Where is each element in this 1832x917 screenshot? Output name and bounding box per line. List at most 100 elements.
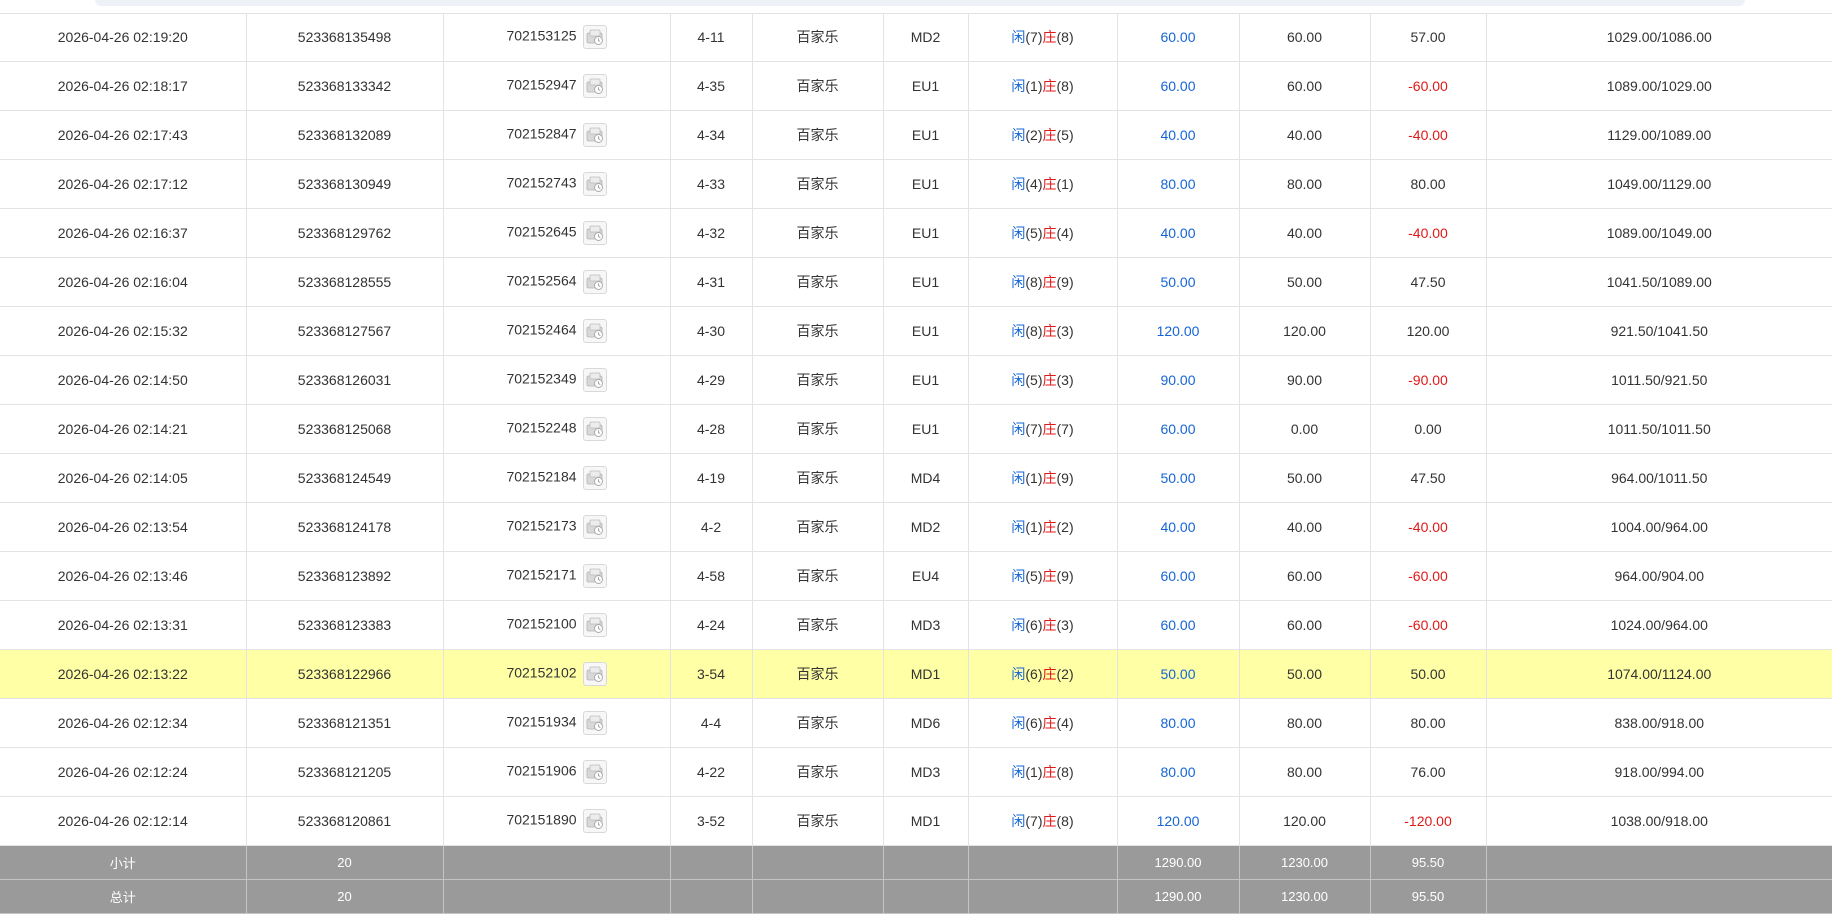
bet-amount-cell[interactable]: 80.00 [1116, 159, 1240, 209]
table-id-cell: MD6 [882, 698, 969, 748]
bet-amount-link[interactable]: 80.00 [1160, 176, 1195, 192]
table-id-cell: MD3 [882, 600, 969, 650]
game-type-cell: 百家乐 [751, 404, 884, 454]
bet-time-cell: 2026-04-26 02:16:37 [0, 208, 247, 258]
dealer-cards-icon[interactable] [582, 809, 607, 833]
balance-cell: 1041.50/1089.00 [1485, 257, 1832, 307]
game-type-cell: 百家乐 [751, 13, 884, 62]
bet-amount-cell[interactable]: 50.00 [1116, 649, 1240, 699]
win-loss-cell: 80.00 [1369, 159, 1487, 209]
bet-amount-link[interactable]: 90.00 [1160, 372, 1195, 388]
order-number-cell: 523368129762 [245, 208, 444, 258]
bet-amount-cell[interactable]: 40.00 [1116, 208, 1240, 258]
bet-time-cell: 2026-04-26 02:14:50 [0, 355, 247, 405]
banker-label: 庄 [1042, 813, 1057, 829]
player-label: 闲 [1011, 29, 1026, 45]
bet-amount-link[interactable]: 50.00 [1160, 470, 1195, 486]
bet-amount-cell[interactable]: 50.00 [1116, 453, 1240, 503]
table-row: 2026-04-26 02:14:21 523368125068 7021522… [0, 404, 1832, 454]
bet-amount-cell[interactable]: 90.00 [1116, 355, 1240, 405]
table-row: 2026-04-26 02:12:34 523368121351 7021519… [0, 698, 1832, 748]
bet-amount-cell[interactable]: 40.00 [1116, 110, 1240, 160]
balance-cell: 1011.50/1011.50 [1485, 404, 1832, 454]
total-row: 总计 20 1290.00 1230.00 95.50 [0, 879, 1832, 914]
bet-amount-link[interactable]: 80.00 [1160, 764, 1195, 780]
win-loss-value: 120.00 [1406, 323, 1450, 339]
bet-amount-cell[interactable]: 80.00 [1116, 747, 1240, 797]
dealer-cards-icon[interactable] [582, 564, 607, 588]
shoe-round-cell: 4-4 [669, 698, 753, 748]
valid-bet-cell: 40.00 [1238, 502, 1371, 552]
game-type-cell: 百家乐 [751, 306, 884, 356]
order-number-cell: 523368127567 [245, 306, 444, 356]
dealer-cards-icon[interactable] [582, 417, 607, 441]
dealer-cards-icon[interactable] [582, 466, 607, 490]
summary-empty [669, 879, 753, 914]
bet-amount-link[interactable]: 120.00 [1157, 323, 1200, 339]
player-label: 闲 [1011, 421, 1026, 437]
result-cell: 闲(8)庄(3) [967, 306, 1118, 356]
bet-amount-cell[interactable]: 120.00 [1116, 306, 1240, 356]
player-points: (1) [1025, 78, 1043, 94]
dealer-cards-icon[interactable] [582, 711, 607, 735]
dealer-cards-icon[interactable] [582, 221, 607, 245]
bet-amount-link[interactable]: 120.00 [1157, 813, 1200, 829]
bet-amount-link[interactable]: 40.00 [1160, 225, 1195, 241]
banker-points: (7) [1056, 421, 1074, 437]
bet-amount-link[interactable]: 40.00 [1160, 519, 1195, 535]
bet-amount-link[interactable]: 60.00 [1160, 568, 1195, 584]
dealer-cards-icon[interactable] [582, 515, 607, 539]
valid-bet-cell: 50.00 [1238, 257, 1371, 307]
order-number-cell: 523368132089 [245, 110, 444, 160]
bet-amount-link[interactable]: 80.00 [1160, 715, 1195, 731]
bet-amount-link[interactable]: 60.00 [1160, 78, 1195, 94]
dealer-cards-icon[interactable] [582, 25, 607, 49]
player-label: 闲 [1011, 78, 1026, 94]
bet-amount-cell[interactable]: 120.00 [1116, 796, 1240, 846]
bet-amount-cell[interactable]: 40.00 [1116, 502, 1240, 552]
bet-amount-cell[interactable]: 60.00 [1116, 600, 1240, 650]
round-number: 702152564 [506, 272, 577, 289]
shoe-round-cell: 3-54 [669, 649, 753, 699]
dealer-cards-icon[interactable] [582, 123, 607, 147]
valid-bet-cell: 80.00 [1238, 698, 1371, 748]
dealer-cards-icon[interactable] [582, 662, 607, 686]
dealer-cards-icon[interactable] [582, 368, 607, 392]
bet-amount-link[interactable]: 40.00 [1160, 127, 1195, 143]
player-points: (6) [1025, 666, 1043, 682]
result-cell: 闲(1)庄(2) [967, 502, 1118, 552]
summary-count: 20 [245, 879, 444, 914]
bet-amount-link[interactable]: 60.00 [1160, 29, 1195, 45]
round-number: 702151934 [506, 713, 577, 730]
dealer-cards-icon[interactable] [582, 74, 607, 98]
round-number: 702151906 [506, 762, 577, 779]
bet-amount-link[interactable]: 60.00 [1160, 617, 1195, 633]
dealer-cards-icon[interactable] [582, 613, 607, 637]
dealer-cards-icon[interactable] [582, 172, 607, 196]
bet-amount-link[interactable]: 50.00 [1160, 666, 1195, 682]
banker-points: (9) [1056, 274, 1074, 290]
bet-amount-cell[interactable]: 50.00 [1116, 257, 1240, 307]
table-id-cell: MD3 [882, 747, 969, 797]
round-number: 702152743 [506, 174, 577, 191]
table-id-cell: EU4 [882, 551, 969, 601]
dealer-cards-icon[interactable] [582, 319, 607, 343]
shoe-round-cell: 4-24 [669, 600, 753, 650]
table-row: 2026-04-26 02:19:20 523368135498 7021531… [0, 13, 1832, 62]
bet-amount-cell[interactable]: 80.00 [1116, 698, 1240, 748]
summary-empty [442, 845, 671, 880]
bet-amount-link[interactable]: 60.00 [1160, 421, 1195, 437]
result-cell: 闲(6)庄(4) [967, 698, 1118, 748]
summary-empty [442, 879, 671, 914]
bet-amount-link[interactable]: 50.00 [1160, 274, 1195, 290]
table-row: 2026-04-26 02:12:24 523368121205 7021519… [0, 747, 1832, 797]
bet-amount-cell[interactable]: 60.00 [1116, 61, 1240, 111]
dealer-cards-icon[interactable] [582, 270, 607, 294]
dealer-cards-icon[interactable] [582, 760, 607, 784]
bet-amount-cell[interactable]: 60.00 [1116, 404, 1240, 454]
table-row: 2026-04-26 02:17:12 523368130949 7021527… [0, 159, 1832, 209]
result-cell: 闲(2)庄(5) [967, 110, 1118, 160]
subtotal-row: 小计 20 1290.00 1230.00 95.50 [0, 845, 1832, 880]
bet-amount-cell[interactable]: 60.00 [1116, 13, 1240, 62]
bet-amount-cell[interactable]: 60.00 [1116, 551, 1240, 601]
